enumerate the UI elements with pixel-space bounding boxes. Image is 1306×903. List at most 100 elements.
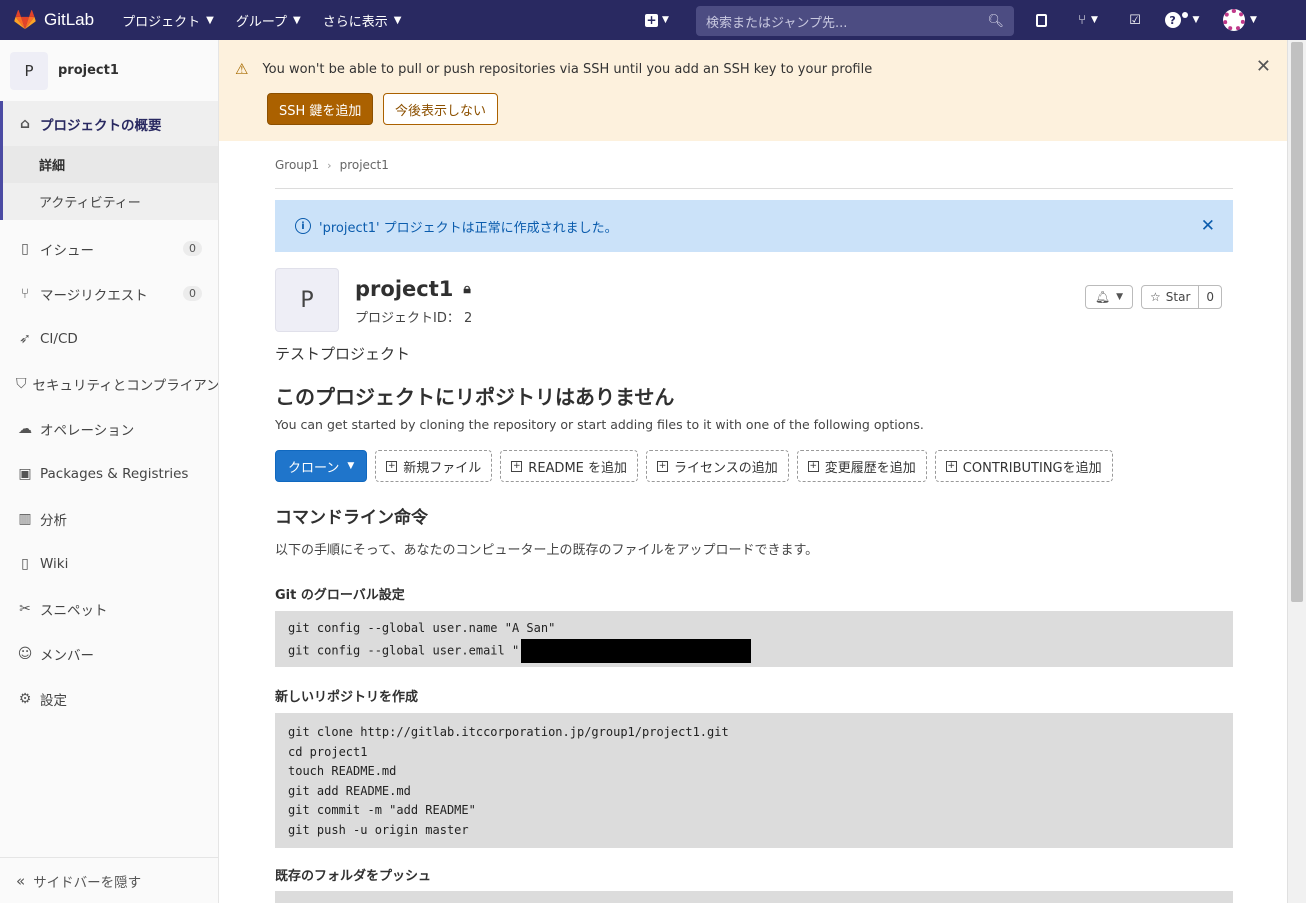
sidebar-item-settings[interactable]: ⚙ 設定 (0, 676, 218, 721)
scrollbar-thumb[interactable] (1291, 42, 1303, 602)
nav-groups-label: グループ (235, 14, 288, 30)
top-navbar: GitLab プロジェクト ▼ グループ ▼ さらに表示 ▼ + ▼ 検索またはジャンプ… (0, 0, 1306, 40)
merge-requests-count-badge: 0 (183, 286, 202, 301)
close-icon[interactable]: ✕ (1201, 216, 1215, 236)
project-created-alert: i 'project1' プロジェクトは正常に作成されました。 ✕ (275, 200, 1233, 252)
home-icon: ⌂ (19, 115, 31, 132)
ssh-warning-message: You won't be able to pull or push reposi… (262, 61, 873, 77)
push-folder-title: 既存のフォルダをプッシュ (275, 869, 432, 884)
sidebar-item-wiki[interactable]: ▯ Wiki (0, 541, 218, 586)
add-ssh-key-button[interactable]: SSH 鍵を追加 (267, 93, 374, 125)
issues-icon (1035, 13, 1047, 27)
collapse-sidebar-button[interactable]: « サイドバーを隠す (0, 857, 218, 903)
repo-actions: クローン ▼ + 新規ファイル + README を追加 + ライセンスの追加 + 変更… (275, 450, 1121, 482)
new-item-button[interactable]: + ▼ (642, 9, 672, 31)
add-contributing-label: CONTRIBUTINGを追加 (962, 460, 1102, 476)
git-global-setup-code: git config --global user.name "A San" gi… (275, 611, 1233, 667)
breadcrumb-group-link[interactable]: Group1 (275, 158, 319, 172)
plus-square-icon: + (386, 460, 398, 472)
users-icon: ☺ (17, 645, 33, 662)
book-icon: ▯ (21, 555, 29, 572)
add-readme-button[interactable]: + README を追加 (500, 450, 639, 482)
sidebar-project-header[interactable]: P project1 (0, 40, 218, 101)
nav-projects-label: プロジェクト (122, 14, 201, 30)
merge-request-icon: ⑂ (1078, 12, 1086, 28)
sidebar-item-packages[interactable]: ▣ Packages & Registries (0, 451, 218, 496)
nav-groups-menu[interactable]: グループ ▼ (226, 11, 311, 30)
sidebar-item-label: 分析 (40, 512, 67, 529)
chevron-down-icon: ▼ (347, 461, 355, 471)
sidebar-item-issues[interactable]: ▯ イシュー 0 (0, 226, 218, 271)
plus-square-icon: + (645, 13, 659, 27)
add-readme-label: README を追加 (528, 460, 628, 476)
code-line-email: git config --global user.email " (288, 638, 1220, 663)
sidebar-item-snippets[interactable]: ✂ スニペット (0, 586, 218, 631)
scissors-icon: ✂ (19, 600, 31, 617)
sidebar-item-merge-requests[interactable]: ⑂ マージリクエスト 0 (0, 271, 218, 316)
sidebar-subitem-activity[interactable]: アクティビティー (3, 183, 218, 220)
search-input[interactable]: 検索またはジャンプ先... 🔍︎ (696, 6, 1014, 36)
issues-nav-button[interactable] (1030, 9, 1052, 31)
gitlab-home-link[interactable]: GitLab (14, 10, 94, 30)
search-placeholder: 検索またはジャンプ先... (706, 15, 848, 31)
chevron-down-icon: ▼ (1116, 292, 1124, 302)
chevron-down-icon: ▼ (206, 14, 214, 26)
notification-settings-dropdown[interactable]: 🔔︎ ▼ (1085, 285, 1133, 309)
sidebar-subitem-details[interactable]: 詳細 (3, 146, 218, 183)
sidebar-item-analytics[interactable]: ▥ 分析 (0, 496, 218, 541)
double-chevron-left-icon: « (16, 871, 26, 890)
sidebar-subitem-label: アクティビティー (39, 196, 141, 211)
nav-projects-menu[interactable]: プロジェクト ▼ (112, 11, 224, 30)
star-button[interactable]: ☆ Star 0 (1141, 285, 1223, 309)
plus-square-icon: + (807, 460, 819, 472)
clone-dropdown-button[interactable]: クローン ▼ (275, 450, 368, 482)
star-count[interactable]: 0 (1199, 290, 1221, 304)
close-icon[interactable]: ✕ (1256, 56, 1271, 77)
gitlab-logo-icon (14, 10, 36, 30)
nav-more-label: さらに表示 (322, 14, 388, 30)
todos-nav-button[interactable]: ☑ (1124, 9, 1146, 31)
sidebar-item-overview[interactable]: ⌂ プロジェクトの概要 (3, 101, 218, 146)
code-line: touch README.md (288, 764, 397, 778)
chevron-right-icon: › (327, 158, 332, 172)
sidebar-item-label: マージリクエスト (40, 287, 148, 304)
sidebar-item-members[interactable]: ☺ メンバー (0, 631, 218, 676)
breadcrumb-project-link[interactable]: project1 (340, 158, 389, 172)
code-line-text: git config --global user.email " (288, 643, 520, 657)
add-license-button[interactable]: + ライセンスの追加 (646, 450, 789, 482)
chevron-down-icon: ▼ (393, 14, 402, 26)
redacted-email (521, 638, 752, 663)
project-id: プロジェクトID： 2 (355, 311, 473, 326)
sidebar-item-label: メンバー (40, 647, 94, 664)
sidebar-item-security[interactable]: ⛉ セキュリティとコンプライアンス (0, 361, 218, 406)
merge-request-icon: ⑂ (20, 285, 30, 302)
dont-show-again-button[interactable]: 今後表示しない (383, 93, 499, 125)
page-scrollbar[interactable] (1287, 40, 1306, 903)
add-changelog-button[interactable]: + 変更履歴を追加 (796, 450, 927, 482)
shield-icon: ⛉ (16, 375, 27, 392)
push-folder-code (275, 891, 1233, 903)
code-line: git clone http://gitlab.itccorporation.j… (288, 725, 729, 739)
sidebar-item-operations[interactable]: ☁ オペレーション (0, 406, 218, 451)
help-icon: ? (1164, 12, 1181, 28)
help-nav-button[interactable]: ? ▼ (1160, 8, 1204, 32)
warning-icon: ⚠ (235, 60, 249, 78)
project-sidebar: P project1 ⌂ プロジェクトの概要 詳細 アクティビティー ▯ イシュ… (0, 40, 219, 903)
lock-icon: 🔒︎ (463, 281, 471, 297)
sidebar-item-label: セキュリティとコンプライアンス (32, 377, 219, 394)
breadcrumb: Group1 › project1 (275, 158, 389, 172)
new-file-button[interactable]: + 新規ファイル (375, 450, 493, 482)
add-changelog-label: 変更履歴を追加 (824, 460, 916, 476)
nav-more-menu[interactable]: さらに表示 ▼ (313, 11, 412, 30)
merge-requests-nav-button[interactable]: ⑂ ▼ (1068, 9, 1108, 31)
cli-title: コマンドライン命令 (275, 508, 428, 528)
user-menu-button[interactable]: ▼ (1218, 8, 1262, 32)
sidebar-item-cicd[interactable]: ➶ CI/CD (0, 316, 218, 361)
add-contributing-button[interactable]: + CONTRIBUTINGを追加 (934, 450, 1113, 482)
new-repo-code: git clone http://gitlab.itccorporation.j… (275, 713, 1233, 848)
collapse-sidebar-label: サイドバーを隠す (33, 874, 142, 891)
sidebar-project-name: project1 (58, 63, 119, 78)
code-line: git config --global user.name "A San" (288, 621, 556, 635)
sidebar-overview-group: ⌂ プロジェクトの概要 詳細 アクティビティー (0, 101, 218, 220)
sidebar-item-label: CI/CD (40, 330, 78, 347)
